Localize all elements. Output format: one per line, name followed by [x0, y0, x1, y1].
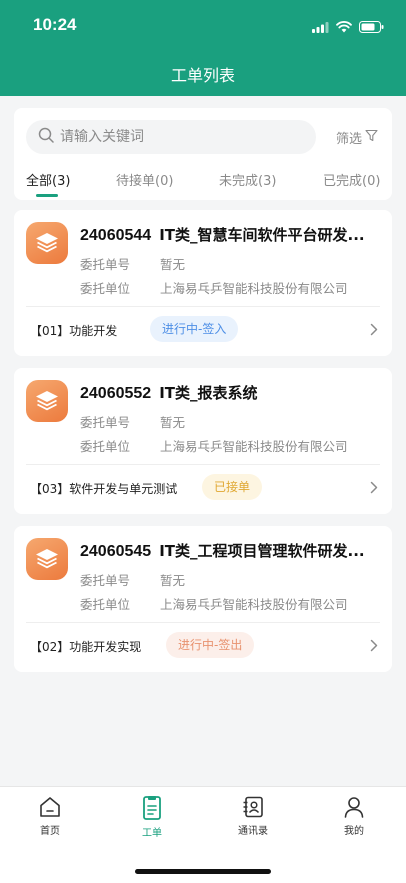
- order-title: IT类_工程项目管理软件研发...: [159, 542, 365, 560]
- order-code: 24060545: [80, 543, 152, 560]
- search-icon: [38, 127, 54, 147]
- tab-all[interactable]: 全部(3): [26, 170, 70, 189]
- field-label-order-no: 委托单号: [80, 573, 131, 588]
- wifi-icon: [336, 18, 352, 37]
- contacts-icon: [223, 795, 283, 819]
- card-title: 24060544 IT类_智慧车间软件平台研发...: [80, 224, 380, 245]
- status-badge: 已接单: [202, 474, 263, 500]
- battery-icon: [359, 18, 384, 37]
- field-label-order-no: 委托单号: [80, 257, 131, 272]
- nav-item-work-order[interactable]: 工单: [122, 795, 182, 839]
- layers-icon: [26, 222, 68, 264]
- tab-completed[interactable]: 已完成(0): [323, 170, 380, 189]
- field-label-order-no: 委托单号: [80, 415, 131, 430]
- work-order-icon: [122, 795, 182, 821]
- card-divider: [26, 464, 380, 465]
- nav-label: 我的: [344, 826, 364, 837]
- order-code: 24060552: [80, 385, 152, 402]
- nav-item-home[interactable]: 首页: [20, 795, 80, 837]
- field-label-client: 委托单位: [80, 281, 131, 296]
- order-title: IT类_智慧车间软件平台研发...: [159, 226, 365, 244]
- status-badge: 进行中-签入: [150, 316, 239, 342]
- order-title: IT类_报表系统: [159, 384, 258, 402]
- field-value-client: 上海易乓乒智能科技股份有限公司: [160, 597, 348, 612]
- chevron-right-icon[interactable]: [370, 637, 378, 656]
- stage-label: 【03】软件开发与单元测试: [30, 482, 178, 496]
- user-icon: [324, 795, 384, 819]
- work-order-card[interactable]: 24060544 IT类_智慧车间软件平台研发... 委托单号 暂无 委托单位 上…: [14, 210, 392, 356]
- field-value-order-no: 暂无: [160, 257, 186, 272]
- card-title: 24060552 IT类_报表系统: [80, 382, 380, 403]
- layers-icon: [26, 538, 68, 580]
- home-icon: [20, 795, 80, 819]
- filter-icon: [365, 129, 378, 146]
- stage-label: 【01】功能开发: [30, 324, 118, 338]
- status-bar: 10:24: [0, 0, 406, 50]
- app-header: 10:24 工单列表: [0, 0, 406, 96]
- card-divider: [26, 622, 380, 623]
- home-indicator: [135, 869, 271, 874]
- search-filter-panel: 筛选 全部(3) 待接单(0) 未完成(3) 已完成(0): [14, 108, 392, 200]
- field-value-order-no: 暂无: [160, 573, 186, 588]
- chevron-right-icon[interactable]: [370, 479, 378, 498]
- work-order-card[interactable]: 24060545 IT类_工程项目管理软件研发... 委托单号 暂无 委托单位 上…: [14, 526, 392, 672]
- nav-label: 工单: [142, 828, 162, 839]
- chevron-right-icon[interactable]: [370, 321, 378, 340]
- card-title: 24060545 IT类_工程项目管理软件研发...: [80, 540, 380, 561]
- layers-icon: [26, 380, 68, 422]
- field-label-client: 委托单位: [80, 597, 131, 612]
- status-time: 10:24: [33, 15, 77, 34]
- field-value-client: 上海易乓乒智能科技股份有限公司: [160, 439, 348, 454]
- nav-label: 通讯录: [238, 826, 268, 837]
- nav-label: 首页: [40, 826, 60, 837]
- page-title: 工单列表: [170, 66, 235, 85]
- field-value-client: 上海易乓乒智能科技股份有限公司: [160, 281, 348, 296]
- status-icons: [312, 18, 384, 37]
- status-tabs: 全部(3) 待接单(0) 未完成(3) 已完成(0): [14, 170, 392, 200]
- field-label-client: 委托单位: [80, 439, 131, 454]
- nav-item-mine[interactable]: 我的: [324, 795, 384, 837]
- search-input[interactable]: [60, 129, 290, 145]
- search-box[interactable]: [26, 120, 316, 154]
- active-tab-indicator: [36, 194, 58, 197]
- order-code: 24060544: [80, 227, 152, 244]
- signal-icon: [312, 18, 329, 37]
- tab-pending[interactable]: 待接单(0): [116, 170, 173, 189]
- status-badge: 进行中-签出: [166, 632, 255, 658]
- filter-button[interactable]: 筛选: [336, 128, 378, 147]
- stage-label: 【02】功能开发实现: [30, 640, 142, 654]
- nav-item-contacts[interactable]: 通讯录: [223, 795, 283, 837]
- filter-label: 筛选: [335, 132, 362, 147]
- field-value-order-no: 暂无: [160, 415, 186, 430]
- tab-incomplete[interactable]: 未完成(3): [219, 170, 276, 189]
- work-order-card[interactable]: 24060552 IT类_报表系统 委托单号 暂无 委托单位 上海易乓乒智能科技股…: [14, 368, 392, 514]
- card-divider: [26, 306, 380, 307]
